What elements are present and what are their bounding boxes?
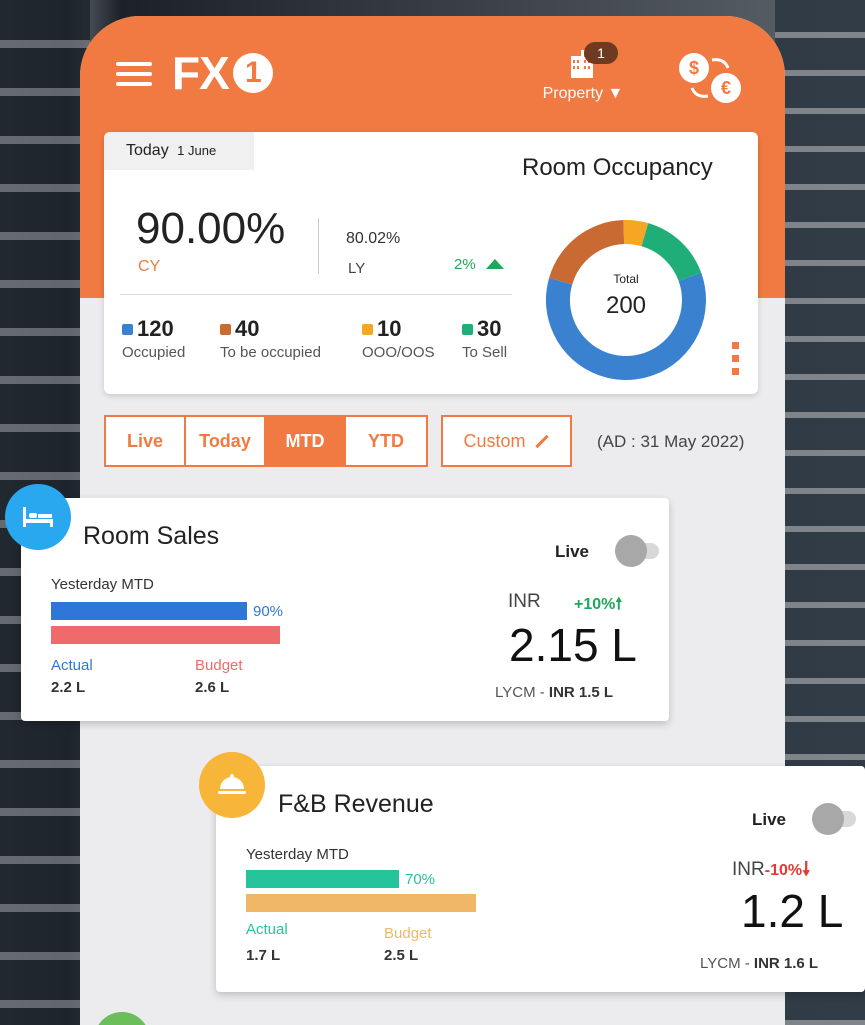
- currency-label: INR-10%🠗: [732, 855, 810, 887]
- actual-label: Actual: [246, 921, 288, 938]
- stat-ooo-oos: 10 OOO/OOS: [362, 316, 435, 361]
- actual-bar: [246, 870, 399, 888]
- stat-occupied: 120 Occupied: [122, 316, 185, 361]
- donut-total-label: Total: [613, 272, 639, 286]
- stat-label: To be occupied: [220, 344, 321, 361]
- legend-swatch: [122, 323, 133, 335]
- lycm-prefix: LYCM -: [495, 684, 549, 701]
- stat-to-sell: 30 To Sell: [462, 316, 507, 361]
- donut-total: 200: [605, 292, 647, 319]
- period-label: Yesterday MTD: [246, 846, 349, 863]
- lycm-value: INR 1.6 L: [753, 955, 819, 972]
- stat-label: Occupied: [122, 344, 186, 361]
- currency-text: INR: [732, 859, 765, 880]
- budget-label: Budget: [384, 925, 432, 942]
- change-value: +10%: [574, 596, 616, 613]
- stat-label: To Sell: [462, 344, 508, 361]
- today-label: Today: [126, 142, 169, 159]
- room-sales-value: 2.15 L: [509, 619, 637, 671]
- up-arrow-icon: [485, 259, 504, 269]
- hamburger-menu-icon[interactable]: [116, 62, 152, 86]
- budget-bar: [51, 626, 280, 644]
- arrow-up-icon: 🠕: [615, 596, 623, 613]
- custom-label: Custom: [463, 430, 526, 451]
- svg-text:$: $: [689, 58, 699, 78]
- change-indicator: +10%🠕: [574, 593, 622, 620]
- live-toggle[interactable]: [615, 535, 659, 567]
- bed-icon: [5, 484, 71, 550]
- occupancy-title: Room Occupancy: [522, 154, 713, 181]
- period-label: Yesterday MTD: [51, 576, 154, 593]
- stat-value: 10: [377, 316, 402, 341]
- arrow-down-icon: 🠗: [802, 859, 811, 880]
- period-tab-live[interactable]: Live: [106, 417, 186, 465]
- today-date: 1 June: [177, 143, 217, 158]
- lycm-value: INR 1.5 L: [548, 684, 614, 701]
- lycm-label: LYCM - INR 1.6 L: [700, 955, 818, 972]
- logo-text: FX: [172, 47, 230, 99]
- change-value: -10%: [764, 862, 803, 879]
- actual-label: Actual: [51, 657, 93, 674]
- today-tab: Today 1 June: [104, 132, 254, 170]
- room-occupancy-card: Today 1 June Room Occupancy 90.00% CY 80…: [104, 132, 758, 394]
- period-tab-today[interactable]: Today: [186, 417, 266, 465]
- pencil-icon: [534, 434, 549, 448]
- currency-exchange-icon[interactable]: $ €: [676, 50, 746, 106]
- legend-swatch: [362, 323, 373, 335]
- property-label: Property: [542, 85, 604, 102]
- budget-value: 2.5 L: [384, 947, 419, 964]
- fb-revenue-title: F&B Revenue: [278, 790, 434, 818]
- ad-date-label: (AD : 31 May 2022): [597, 432, 745, 451]
- actual-bar: [51, 602, 247, 620]
- budget-bar: [246, 894, 476, 912]
- property-label-row: Property ▼: [538, 85, 628, 103]
- actual-pct: 70%: [405, 871, 436, 888]
- property-selector[interactable]: 1 Property ▼: [538, 42, 628, 103]
- cloche-icon: [199, 752, 265, 818]
- period-tab-mtd[interactable]: MTD: [266, 417, 346, 465]
- custom-period-button[interactable]: Custom: [441, 415, 572, 467]
- actual-value: 1.7 L: [246, 947, 281, 964]
- more-options-icon[interactable]: [732, 342, 740, 381]
- legend-swatch: [220, 323, 231, 335]
- live-label: Live: [752, 810, 787, 829]
- currency-label: INR: [508, 591, 541, 612]
- ly-label: LY: [348, 260, 366, 277]
- ly-change-value: 2%: [454, 256, 476, 273]
- stat-label: OOO/OOS: [362, 344, 435, 361]
- divider: [120, 294, 512, 295]
- period-selector: Live Today MTD YTD: [104, 415, 428, 467]
- room-sales-title: Room Sales: [83, 522, 220, 550]
- budget-value: 2.6 L: [195, 679, 230, 696]
- app-logo: FX 1: [172, 46, 273, 100]
- room-sales-card[interactable]: Room Sales Live Yesterday MTD 90% Actual…: [21, 498, 669, 721]
- fb-revenue-value: 1.2 L: [741, 885, 844, 937]
- budget-label: Budget: [195, 657, 243, 674]
- property-count-badge: 1: [584, 42, 618, 64]
- stat-to-be-occupied: 40 To be occupied: [220, 316, 321, 361]
- actual-value: 2.2 L: [51, 679, 86, 696]
- lycm-label: LYCM - INR 1.5 L: [495, 684, 613, 701]
- filter-icon: ▼: [607, 85, 624, 102]
- ly-value: 80.02%: [346, 230, 401, 247]
- stat-value: 40: [235, 316, 260, 341]
- fb-revenue-card[interactable]: F&B Revenue Live Yesterday MTD 70% Actua…: [216, 766, 865, 992]
- live-toggle[interactable]: [812, 803, 856, 835]
- period-tab-ytd[interactable]: YTD: [346, 417, 426, 465]
- cy-value: 90.00%: [136, 204, 286, 253]
- legend-swatch: [462, 323, 473, 335]
- live-label: Live: [555, 542, 590, 561]
- stat-value: 120: [137, 316, 174, 341]
- logo-circle: 1: [232, 53, 273, 93]
- lycm-prefix: LYCM -: [700, 955, 754, 972]
- ly-change: 2%: [454, 256, 504, 273]
- actual-pct: 90%: [253, 603, 284, 620]
- divider: [318, 218, 319, 274]
- cy-label: CY: [138, 258, 161, 275]
- stat-value: 30: [477, 316, 502, 341]
- svg-text:€: €: [721, 78, 731, 98]
